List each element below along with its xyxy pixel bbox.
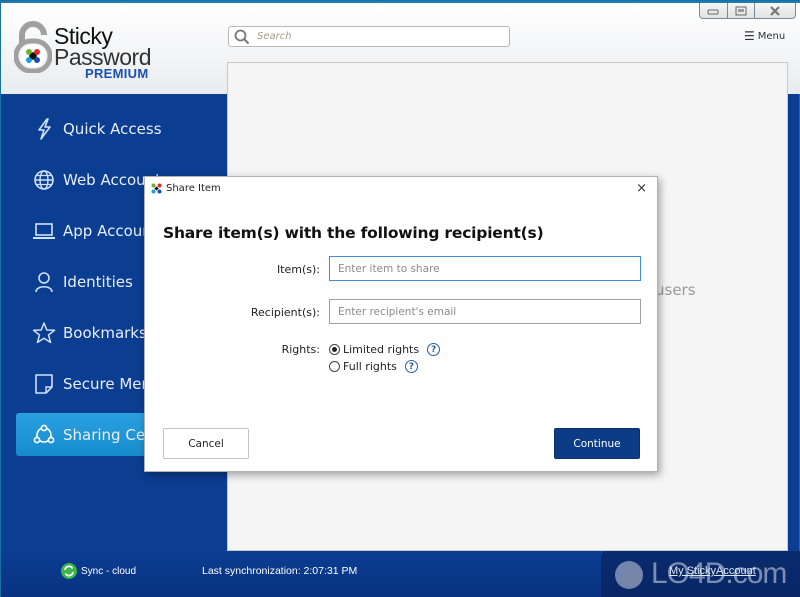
lock-logo-icon [14,21,52,73]
menu-button[interactable]: ☰ Menu [744,29,785,43]
items-label: Item(s): [276,263,320,276]
footer: Sync - cloud Last synchronization: 2:07:… [1,551,800,597]
restore-icon [735,6,747,15]
cancel-button[interactable]: Cancel [163,428,249,459]
last-sync-time: Last synchronization: 2:07:31 PM [202,565,358,577]
continue-button[interactable]: Continue [554,428,640,459]
person-icon [29,271,59,293]
hamburger-icon: ☰ [744,29,755,43]
limited-rights-option[interactable]: Limited rights ? [329,343,441,356]
search-icon [234,29,250,44]
app-icon [151,183,162,194]
search-input[interactable] [257,31,497,42]
dialog-title: Share Item [166,183,221,194]
minimize-button[interactable] [700,3,728,18]
logo-edition: PREMIUM [85,66,149,81]
star-icon [29,321,59,344]
recipients-input[interactable] [329,299,641,324]
sync-status[interactable]: Sync - cloud [61,563,136,579]
close-icon [770,5,780,16]
window-controls [699,3,796,19]
help-icon[interactable]: ? [404,360,418,373]
watermark-logo-icon [615,561,643,589]
laptop-icon [29,221,59,241]
sync-icon [61,563,77,579]
minimize-icon [707,9,719,14]
content-text: users [655,281,696,299]
my-account-link[interactable]: My StickyAccount [669,565,756,577]
help-icon[interactable]: ? [427,343,441,356]
lightning-icon [29,117,59,141]
restore-button[interactable] [728,3,756,18]
close-window-button[interactable] [755,3,795,18]
limited-rights-label: Limited rights [343,343,420,356]
limited-rights-radio[interactable] [329,344,340,355]
dialog-close-button[interactable]: × [636,181,647,196]
rights-label: Rights: [281,343,320,356]
app-window: Sticky Password PREMIUM ☰ Menu [0,0,800,597]
sidebar-item-label: Quick Access [63,119,162,138]
full-rights-option[interactable]: Full rights ? [329,360,418,373]
items-input[interactable] [329,256,641,281]
full-rights-label: Full rights [343,360,397,373]
share-item-dialog: Share Item × Share item(s) with the foll… [144,176,658,472]
menu-label: Menu [757,30,786,42]
sidebar-item-label: Bookmarks [63,323,147,342]
dialog-titlebar: Share Item [151,183,221,194]
sidebar-item-label: Identities [63,272,133,291]
full-rights-radio[interactable] [329,361,340,372]
globe-icon [29,169,59,191]
recipients-label: Recipient(s): [250,306,320,319]
sharing-icon [29,424,59,446]
sync-label: Sync - cloud [81,565,137,577]
memo-icon [29,373,59,395]
search-box[interactable] [228,26,510,47]
logo: Sticky Password PREMIUM [14,21,174,83]
sidebar-item-quick-access[interactable]: Quick Access [16,107,228,150]
dialog-heading: Share item(s) with the following recipie… [163,224,544,242]
